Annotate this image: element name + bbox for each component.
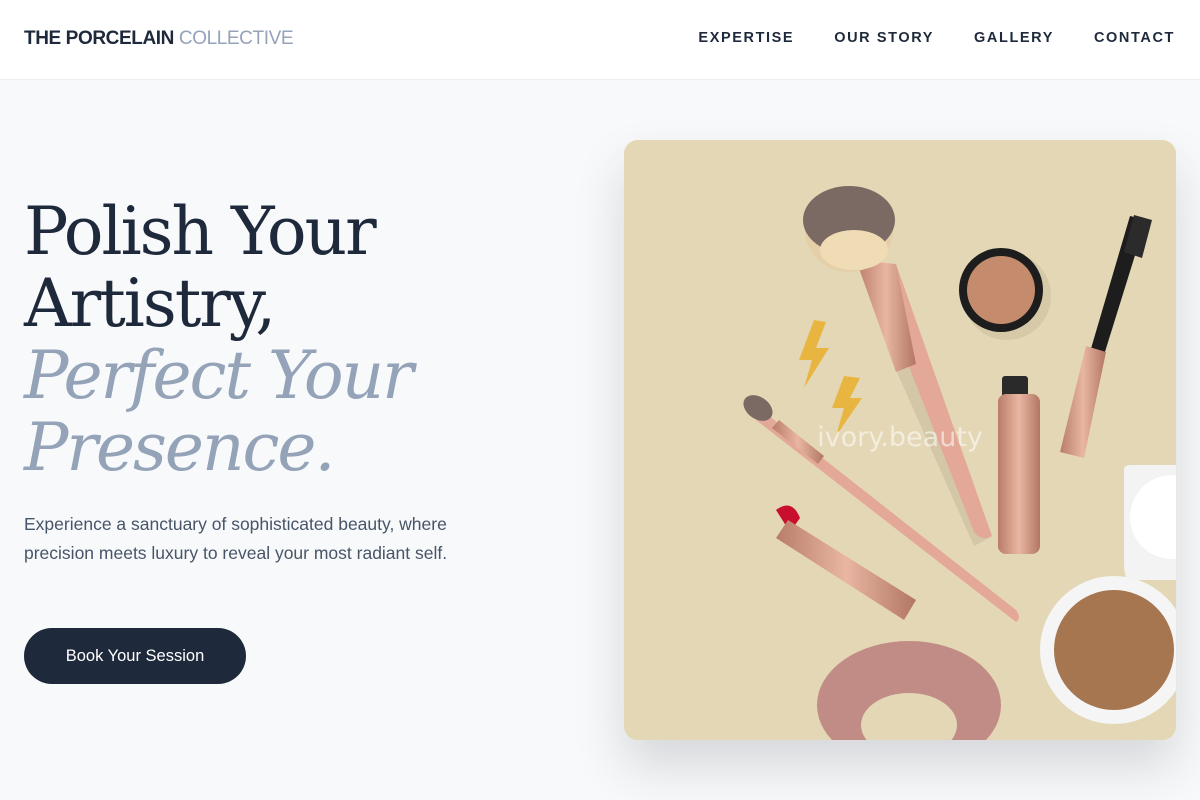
- nav-link-our-story[interactable]: OUR STORY: [834, 30, 934, 46]
- nav-link-gallery[interactable]: GALLERY: [974, 30, 1054, 46]
- nav-link-expertise[interactable]: EXPERTISE: [698, 30, 794, 46]
- headline-line-1: Polish Your: [24, 193, 377, 270]
- hero-headline: Polish Your Artistry, Perfect Your Prese…: [24, 196, 544, 484]
- main-nav: EXPERTISE OUR STORY GALLERY CONTACT: [698, 30, 1175, 46]
- hero-text: Polish Your Artistry, Perfect Your Prese…: [24, 196, 544, 568]
- brand-name-light: COLLECTIVE: [178, 28, 294, 49]
- top-nav-bar: THE PORCELAIN COLLECTIVE EXPERTISE OUR S…: [0, 0, 1200, 80]
- concealer-tube: [998, 376, 1040, 554]
- nav-link-contact[interactable]: CONTACT: [1094, 30, 1175, 46]
- headline-line-4: Presence.: [24, 409, 335, 486]
- brand-logo[interactable]: THE PORCELAIN COLLECTIVE: [24, 28, 294, 50]
- brand-name-strong: THE PORCELAIN: [24, 28, 174, 49]
- image-watermark: ivory.beauty: [817, 422, 983, 453]
- book-session-button[interactable]: Book Your Session: [24, 628, 246, 684]
- headline-line-3: Perfect Your: [24, 337, 414, 414]
- hero-image: ivory.beauty: [624, 140, 1176, 740]
- headline-line-2: Artistry,: [24, 265, 276, 342]
- hero-description: Experience a sanctuary of sophisticated …: [24, 514, 448, 563]
